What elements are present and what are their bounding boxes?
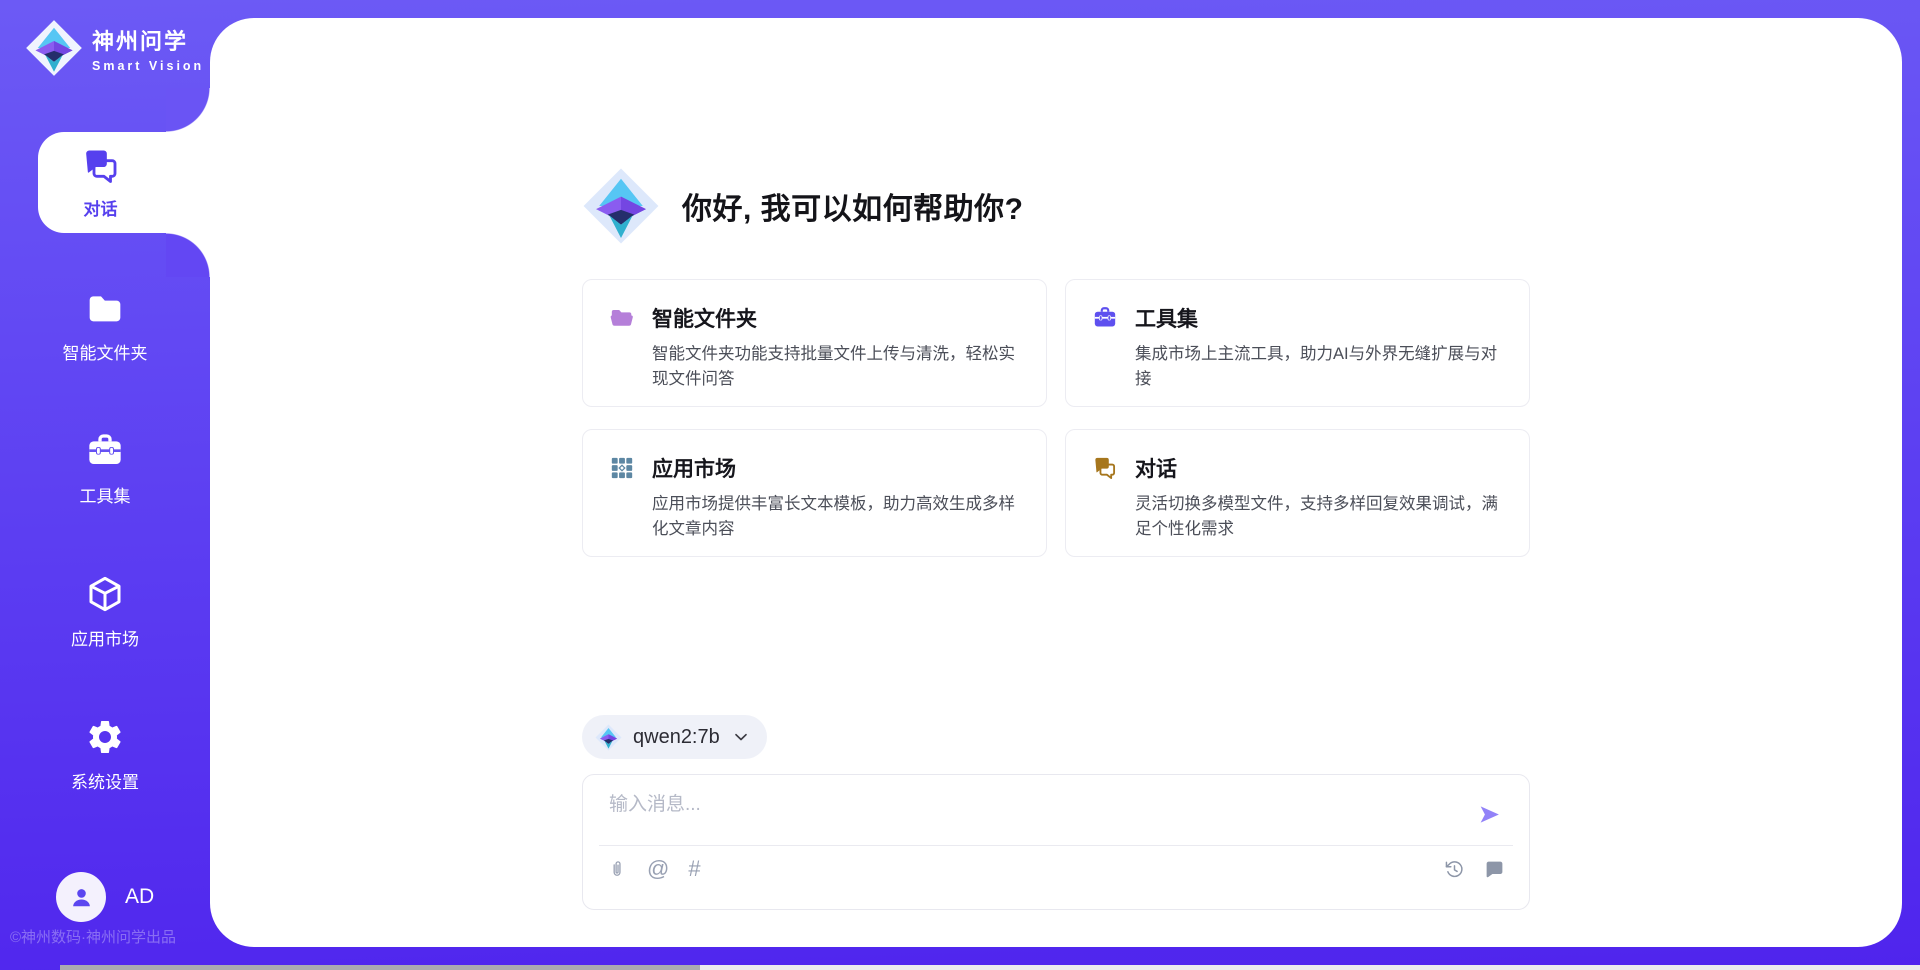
sidebar-item-label: 工具集: [80, 482, 131, 507]
apps-grid-icon: [609, 455, 635, 481]
hashtag-button[interactable]: #: [686, 856, 702, 882]
sidebar-item-smart-folder[interactable]: 智能文件夹: [5, 275, 205, 376]
composer: @ #: [582, 774, 1530, 910]
greeting: 你好, 我可以如何帮助你?: [582, 165, 1530, 247]
app-subtitle: Smart Vision: [92, 59, 204, 73]
card-app-market[interactable]: 应用市场 应用市场提供丰富长文本模板，助力高效生成多样化文章内容: [582, 429, 1047, 557]
sidebar-item-settings[interactable]: 系统设置: [5, 704, 205, 805]
gem-icon: [595, 724, 622, 751]
horizontal-scrollbar[interactable]: [60, 965, 1920, 970]
greeting-gem-icon: [582, 167, 660, 245]
send-button[interactable]: [1477, 799, 1507, 829]
card-title: 对话: [1135, 453, 1177, 483]
user-name: AD: [125, 885, 154, 909]
model-selector[interactable]: qwen2:7b: [582, 715, 767, 759]
model-name: qwen2:7b: [633, 726, 720, 749]
user-profile[interactable]: AD: [56, 872, 154, 922]
avatar: [56, 872, 106, 922]
send-icon: [1477, 802, 1502, 827]
at-icon: @: [647, 858, 669, 880]
logo-gem-icon: [25, 19, 83, 77]
card-title: 应用市场: [652, 453, 736, 483]
card-description: 智能文件夹功能支持批量文件上传与清洗，轻松实现文件问答: [652, 342, 1022, 392]
card-toolset[interactable]: 工具集 集成市场上主流工具，助力AI与外界无缝扩展与对接: [1065, 279, 1530, 407]
chat-icon: [81, 146, 121, 186]
sidebar: 神州问学 Smart Vision 对话 智能文件夹 工具集 应用市场 系统设置…: [0, 0, 210, 970]
card-description: 集成市场上主流工具，助力AI与外界无缝扩展与对接: [1135, 342, 1505, 392]
main-content: 你好, 我可以如何帮助你? 智能文件夹 智能文件夹功能支持批量文件上传与清洗，轻…: [210, 18, 1902, 947]
sidebar-item-label: 智能文件夹: [63, 339, 148, 364]
copyright-footer: ©神州数码·神州问学出品: [10, 926, 176, 947]
cube-icon: [85, 574, 125, 614]
content-column: 你好, 我可以如何帮助你? 智能文件夹 智能文件夹功能支持批量文件上传与清洗，轻…: [582, 18, 1530, 910]
sidebar-item-app-market[interactable]: 应用市场: [5, 561, 205, 662]
app-title: 神州问学: [92, 24, 204, 56]
hash-icon: #: [688, 858, 700, 880]
card-chat[interactable]: 对话 灵活切换多模型文件，支持多样回复效果调试，满足个性化需求: [1065, 429, 1530, 557]
mention-button[interactable]: @: [645, 856, 671, 882]
app-logo: 神州问学 Smart Vision: [25, 19, 204, 77]
sidebar-item-toolset[interactable]: 工具集: [5, 418, 205, 519]
quick-message-button[interactable]: [1482, 856, 1507, 882]
history-button[interactable]: [1442, 856, 1467, 882]
message-icon: [1484, 859, 1505, 880]
person-icon: [68, 884, 95, 911]
attach-file-button[interactable]: [605, 856, 630, 882]
sidebar-item-label: 对话: [84, 195, 118, 220]
greeting-title: 你好, 我可以如何帮助你?: [682, 184, 1024, 228]
gear-icon: [85, 717, 125, 757]
toolbox-icon: [85, 431, 125, 471]
folder-icon: [85, 288, 125, 328]
chevron-down-icon: [731, 727, 751, 747]
sidebar-item-chat[interactable]: 对话: [38, 132, 211, 233]
composer-toolbar: @ #: [599, 846, 1513, 892]
feature-cards: 智能文件夹 智能文件夹功能支持批量文件上传与清洗，轻松实现文件问答 工具集 集成…: [582, 279, 1530, 557]
card-title: 工具集: [1135, 303, 1198, 333]
card-description: 应用市场提供丰富长文本模板，助力高效生成多样化文章内容: [652, 492, 1022, 542]
paperclip-icon: [607, 859, 628, 880]
message-input[interactable]: [609, 789, 1453, 841]
model-selector-row: qwen2:7b: [582, 715, 1530, 759]
card-description: 灵活切换多模型文件，支持多样回复效果调试，满足个性化需求: [1135, 492, 1505, 542]
card-title: 智能文件夹: [652, 303, 757, 333]
history-icon: [1444, 859, 1465, 880]
scrollbar-thumb[interactable]: [60, 965, 700, 970]
sidebar-item-label: 应用市场: [71, 625, 139, 650]
toolbox-icon: [1092, 305, 1118, 331]
chat-icon: [1092, 455, 1118, 481]
sidebar-item-label: 系统设置: [71, 768, 139, 793]
open-folder-icon: [609, 305, 635, 331]
card-smart-folder[interactable]: 智能文件夹 智能文件夹功能支持批量文件上传与清洗，轻松实现文件问答: [582, 279, 1047, 407]
